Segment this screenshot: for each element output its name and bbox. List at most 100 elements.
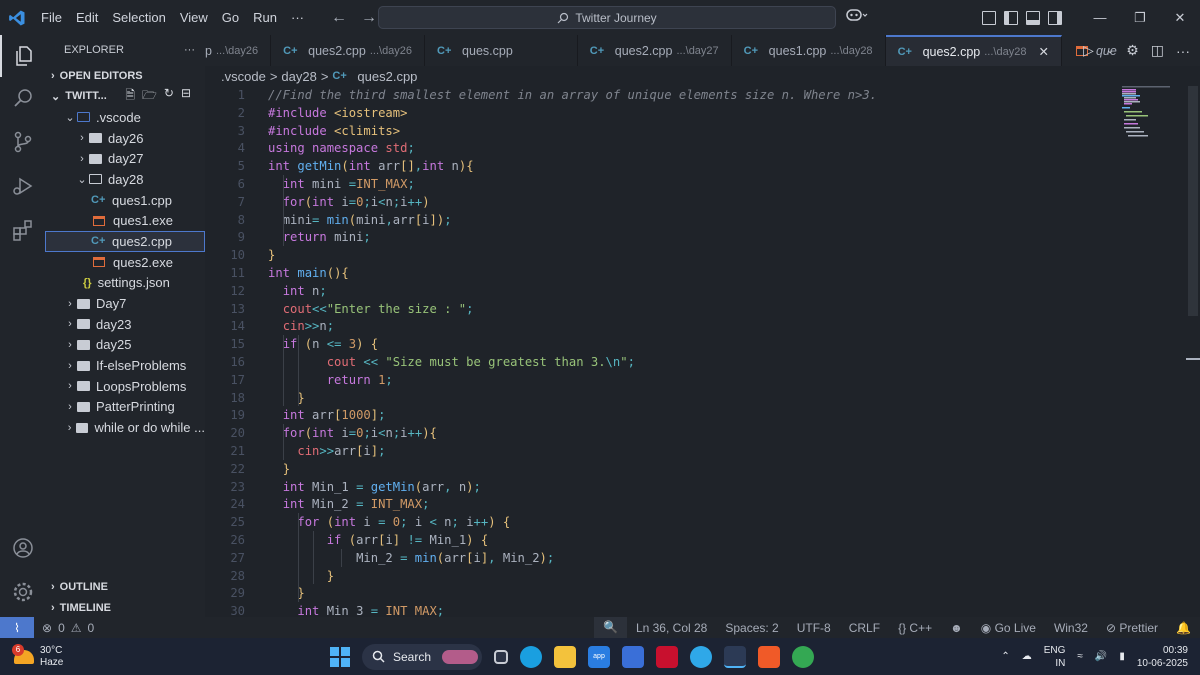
chrome-icon[interactable] — [792, 645, 814, 668]
code-editor[interactable]: 1 //Find the third smallest element in an… — [205, 86, 1200, 617]
tree-item[interactable]: › If-elseProblems — [45, 355, 205, 376]
menu-file[interactable]: File — [34, 0, 69, 35]
encoding[interactable]: UTF-8 — [788, 621, 840, 635]
app-icon[interactable]: app — [588, 645, 610, 668]
tree-item[interactable]: C+ ques1.cpp — [45, 190, 205, 211]
new-file-icon[interactable]: 🗎 — [125, 86, 135, 107]
tree-item[interactable]: › day23 — [45, 314, 205, 335]
extensions-icon[interactable] — [0, 209, 45, 251]
windows-start-icon[interactable] — [330, 646, 350, 667]
run-debug-icon[interactable] — [0, 165, 45, 207]
mcafee-icon[interactable] — [656, 645, 678, 668]
tree-item[interactable]: › day25 — [45, 335, 205, 356]
platform[interactable]: Win32 — [1045, 621, 1097, 635]
settings-gear-icon[interactable]: ⚙ — [1126, 42, 1139, 59]
tree-item[interactable]: {} settings.json — [45, 273, 205, 294]
tree-item[interactable]: ⌄ .vscode — [45, 107, 205, 128]
tree-item[interactable]: › Day7 — [45, 293, 205, 314]
tab-ques2-day27[interactable]: C+ ques2.cpp ...\day27 — [578, 35, 732, 66]
tree-item[interactable]: ques2.exe — [45, 252, 205, 273]
toggle-secondary-sidebar-icon[interactable] — [1048, 10, 1062, 25]
remote-indicator-icon[interactable]: ⌇ — [0, 617, 34, 638]
line-ending[interactable]: CRLF — [840, 621, 889, 635]
language-mode[interactable]: {} C++ — [889, 621, 941, 635]
outline-section[interactable]: › OUTLINE — [45, 576, 205, 597]
menu-selection[interactable]: Selection — [105, 0, 172, 35]
forward-arrow-icon[interactable]: → — [361, 9, 377, 27]
source-control-icon[interactable] — [0, 121, 45, 163]
tab-p[interactable]: p ...\day26 — [205, 35, 272, 66]
menu-edit[interactable]: Edit — [69, 0, 105, 35]
minimap[interactable] — [1122, 86, 1182, 146]
tree-item[interactable]: › day27 — [45, 148, 205, 169]
tab-ques2-day28[interactable]: C+ ques2.cpp ...\day28 ✕ — [885, 35, 1062, 66]
command-center[interactable]: Twitter Journey — [378, 6, 836, 29]
battery-icon[interactable]: ▮ — [1119, 651, 1125, 662]
notifications-bell-icon[interactable]: 🔔 — [1167, 621, 1200, 635]
menu-more[interactable]: ··· — [284, 0, 311, 35]
editor-scrollbar[interactable] — [1186, 86, 1200, 617]
back-arrow-icon[interactable]: ← — [331, 9, 347, 27]
go-live[interactable]: ◉ Go Live — [972, 621, 1045, 635]
copilot-status-icon[interactable]: ☻ — [941, 621, 972, 635]
cursor-position[interactable]: Ln 36, Col 28 — [627, 621, 716, 635]
explorer-icon[interactable] — [0, 35, 45, 77]
volume-icon[interactable]: 🔊 — [1095, 651, 1107, 662]
indentation[interactable]: Spaces: 2 — [716, 621, 787, 635]
more-actions-icon[interactable]: ··· — [1176, 43, 1190, 59]
tree-item[interactable]: ques1.exe — [45, 210, 205, 231]
weather-widget[interactable]: 6 30°C Haze — [12, 643, 63, 669]
taskbar-search[interactable]: Search — [362, 643, 482, 670]
refresh-icon[interactable]: ↻ — [164, 86, 174, 107]
customize-layout-icon[interactable] — [982, 10, 996, 25]
toggle-sidebar-icon[interactable] — [1004, 10, 1018, 25]
language-indicator[interactable]: ENG IN — [1044, 644, 1066, 670]
vscode-taskbar-icon[interactable] — [724, 645, 746, 668]
toggle-panel-icon[interactable] — [1026, 10, 1040, 25]
wifi-icon[interactable]: ≈ — [1077, 651, 1083, 662]
tree-item[interactable]: C+ ques2.cpp — [45, 231, 205, 252]
task-view-icon[interactable] — [494, 649, 508, 664]
store-icon[interactable] — [622, 645, 644, 668]
prettier[interactable]: ⊘ Prettier — [1097, 621, 1167, 635]
collapse-all-icon[interactable]: ⊟ — [181, 86, 191, 107]
tree-item[interactable]: ⌄ day28 — [45, 169, 205, 190]
scroll-thumb[interactable] — [1188, 86, 1198, 316]
clock[interactable]: 00:39 10-06-2025 — [1137, 644, 1188, 670]
onenote-icon[interactable] — [690, 645, 712, 668]
tree-item[interactable]: › PatterPrinting — [45, 397, 205, 418]
breadcrumb-day28[interactable]: day28 — [281, 69, 316, 84]
breadcrumb-file[interactable]: ques2.cpp — [357, 69, 417, 84]
edge-icon[interactable] — [520, 645, 542, 668]
tab-ques2-day26[interactable]: C+ ques2.cpp ...\day26 — [271, 35, 426, 66]
tray-expand-icon[interactable]: ⌃ — [1001, 651, 1009, 662]
run-dropdown-icon[interactable]: ⌄ — [1106, 45, 1114, 56]
tree-item[interactable]: › LoopsProblems — [45, 376, 205, 397]
manage-gear-icon[interactable] — [0, 571, 45, 613]
explorer-more-icon[interactable]: ··· — [184, 44, 195, 56]
open-editors-section[interactable]: › OPEN EDITORS — [45, 65, 205, 86]
problems-indicator[interactable]: ⊗ 0 ⚠ 0 — [42, 621, 94, 635]
tree-item[interactable]: › day26 — [45, 128, 205, 149]
split-editor-icon[interactable]: ◫ — [1151, 42, 1164, 59]
file-explorer-icon[interactable] — [554, 645, 576, 668]
accounts-icon[interactable] — [0, 527, 45, 569]
run-code-icon[interactable]: ▷ — [1083, 42, 1094, 59]
zoom-icon[interactable]: 🔍 — [594, 617, 627, 638]
close-tab-icon[interactable]: ✕ — [1038, 44, 1048, 59]
new-folder-icon[interactable]: 🗁 — [142, 86, 157, 107]
tree-item[interactable]: › while or do while ... — [45, 417, 205, 438]
workspace-section[interactable]: ⌄ TWITT... 🗎 🗁 ↻ ⊟ — [45, 86, 205, 107]
breadcrumb-vscode[interactable]: .vscode — [221, 69, 266, 84]
restore-icon[interactable]: ❐ — [1120, 10, 1160, 26]
timeline-section[interactable]: › TIMELINE — [45, 597, 205, 618]
brave-icon[interactable] — [758, 645, 780, 668]
copilot-icon[interactable] — [846, 8, 868, 25]
search-view-icon[interactable] — [0, 77, 45, 119]
menu-view[interactable]: View — [173, 0, 215, 35]
menu-go[interactable]: Go — [215, 0, 246, 35]
tray-cloud-icon[interactable]: ☁ — [1022, 651, 1032, 662]
tab-ques1-day28[interactable]: C+ ques1.cpp ...\day28 — [732, 35, 886, 66]
tab-ques[interactable]: C+ ques.cpp — [425, 35, 578, 66]
close-window-icon[interactable]: ✕ — [1160, 10, 1200, 26]
